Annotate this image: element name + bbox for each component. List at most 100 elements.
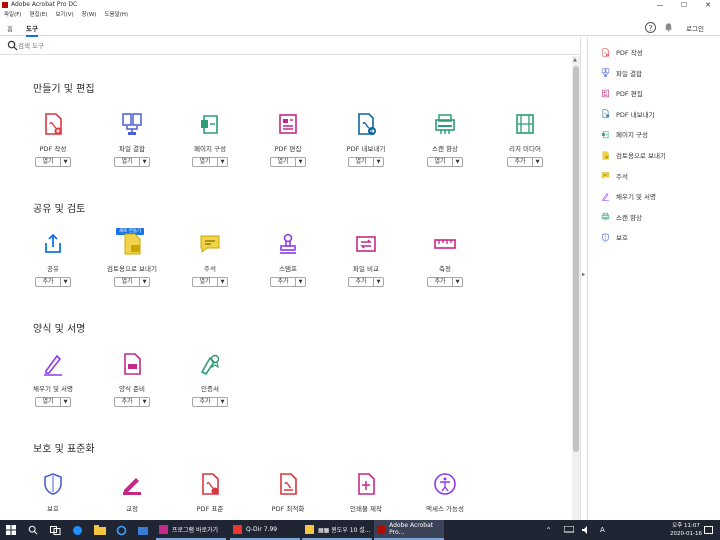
compare-icon[interactable]	[354, 232, 378, 256]
tool-name[interactable]: 페이지 구성	[170, 143, 250, 153]
tool-action-label[interactable]: 추가	[193, 398, 217, 406]
tool-name[interactable]: PDF 최적화	[248, 503, 328, 513]
tool-name[interactable]: 공유	[13, 263, 93, 273]
tool-action-button[interactable]: 열기 ▼	[114, 157, 150, 167]
rightpane-item[interactable]: PDF 내보내기	[601, 107, 655, 121]
scrollbar[interactable]: ▲	[572, 56, 580, 520]
chevron-down-icon[interactable]: ▼	[139, 398, 149, 406]
tool-name[interactable]: 스캔 향상	[405, 143, 485, 153]
tool-action-button[interactable]: 열기 ▼	[270, 157, 306, 167]
chevron-down-icon[interactable]: ▼	[452, 158, 462, 166]
chevron-down-icon[interactable]: ▼	[217, 398, 227, 406]
tool-name[interactable]: 파일 비교	[326, 263, 406, 273]
rightpane-item[interactable]: 주석	[601, 169, 628, 183]
accessibility-icon[interactable]	[433, 472, 457, 496]
rightpane-item[interactable]: 페이지 구성	[601, 127, 648, 141]
tool-action-label[interactable]: 추가	[115, 398, 139, 406]
tool-name[interactable]: 교정	[92, 503, 172, 513]
tool-action-label[interactable]: 추가	[428, 278, 452, 286]
pdf-create-icon[interactable]	[41, 112, 65, 136]
comment-icon[interactable]	[198, 232, 222, 256]
panel-splitter[interactable]: ▸	[580, 37, 588, 520]
tool-name[interactable]: 양식 준비	[92, 383, 172, 393]
combine-files-icon[interactable]	[120, 112, 144, 136]
share-icon[interactable]	[41, 232, 65, 256]
rightpane-item[interactable]: 파일 결합	[601, 66, 642, 80]
chevron-down-icon[interactable]: ▼	[295, 158, 305, 166]
tool-name[interactable]: 인쇄물 제작	[326, 503, 406, 513]
network-icon[interactable]	[564, 520, 574, 540]
tool-action-label[interactable]: 추가	[271, 278, 295, 286]
tool-action-label[interactable]: 열기	[428, 158, 452, 166]
tool-action-label[interactable]: 추가	[508, 158, 532, 166]
taskbar-app-shortcuts[interactable]: 프로그램 바로가기	[156, 520, 226, 540]
rich-media-icon[interactable]	[513, 112, 537, 136]
collapse-panel-icon[interactable]: ▸	[582, 271, 585, 278]
tool-action-button[interactable]: 추가 ▼	[270, 277, 306, 287]
chevron-down-icon[interactable]: ▼	[295, 278, 305, 286]
tool-action-button[interactable]: 열기 ▼	[35, 157, 71, 167]
tool-action-button[interactable]: 열기 ▼	[427, 157, 463, 167]
menu-edit[interactable]: 편집(E)	[30, 10, 48, 20]
protect-icon[interactable]	[41, 472, 65, 496]
bell-icon[interactable]	[663, 22, 674, 33]
rightpane-item[interactable]: 보호	[601, 230, 628, 244]
tool-action-button[interactable]: 열기 ▼	[35, 397, 71, 407]
tool-action-label[interactable]: 열기	[193, 278, 217, 286]
taskbar-app-explorer[interactable]: ▦▦ 윈도우 10 설...	[302, 520, 372, 540]
tool-action-label[interactable]: 열기	[36, 398, 60, 406]
minimize-button[interactable]: —	[648, 0, 672, 10]
tool-action-label[interactable]: 추가	[36, 278, 60, 286]
chevron-down-icon[interactable]: ▼	[60, 398, 70, 406]
system-clock[interactable]: 오후 11:07 2020-01-16	[670, 522, 702, 538]
tool-action-button[interactable]: 추가 ▼	[427, 277, 463, 287]
file-explorer-icon[interactable]	[94, 520, 106, 540]
windows-start-icon[interactable]	[6, 520, 16, 540]
taskbar-app-qdir[interactable]: Q-Dir 7.99	[230, 520, 300, 540]
optimize-pdf-icon[interactable]	[276, 472, 300, 496]
tool-name[interactable]: 파일 결합	[92, 143, 172, 153]
chevron-down-icon[interactable]: ▼	[217, 278, 227, 286]
menu-help[interactable]: 도움말(H)	[104, 10, 128, 20]
tool-action-button[interactable]: 열기 ▼	[192, 157, 228, 167]
tool-action-label[interactable]: 열기	[271, 158, 295, 166]
search-icon[interactable]	[28, 520, 38, 540]
tool-name[interactable]: 액세스 가능성	[405, 503, 485, 513]
tool-name[interactable]: 주석	[170, 263, 250, 273]
menu-view[interactable]: 보기(V)	[55, 10, 73, 20]
login-button[interactable]: 로그인	[686, 23, 704, 33]
rightpane-item[interactable]: 채우기 및 서명	[601, 189, 656, 203]
fill-sign-icon[interactable]	[41, 352, 65, 376]
tray-chevron-icon[interactable]: ^	[546, 520, 551, 540]
chevron-down-icon[interactable]: ▼	[373, 278, 383, 286]
menu-window[interactable]: 창(W)	[82, 10, 97, 20]
taskbar-app-acrobat[interactable]: Adobe Acrobat Pro...	[374, 520, 444, 540]
tool-action-button[interactable]: 열기 ▼	[192, 277, 228, 287]
rightpane-item[interactable]: 스캔 향상	[601, 210, 642, 224]
tool-name[interactable]: PDF 편집	[248, 143, 328, 153]
chevron-down-icon[interactable]: ▼	[60, 278, 70, 286]
chevron-down-icon[interactable]: ▼	[452, 278, 462, 286]
search-input[interactable]	[18, 40, 318, 51]
ie-icon[interactable]	[116, 520, 127, 540]
tool-action-label[interactable]: 열기	[115, 278, 139, 286]
prepare-form-icon[interactable]	[120, 352, 144, 376]
scroll-up-icon[interactable]: ▲	[573, 57, 577, 63]
chevron-down-icon[interactable]: ▼	[532, 158, 542, 166]
scroll-thumb[interactable]	[573, 66, 579, 452]
tool-action-button[interactable]: 추가 ▼	[114, 397, 150, 407]
tool-name[interactable]: PDF 표준	[170, 503, 250, 513]
tool-name[interactable]: 보호	[13, 503, 93, 513]
tool-action-label[interactable]: 열기	[349, 158, 373, 166]
edit-pdf-icon[interactable]	[276, 112, 300, 136]
tool-name[interactable]: 검토용으로 보내기	[92, 263, 172, 273]
help-icon[interactable]: ?	[645, 22, 656, 33]
chevron-down-icon[interactable]: ▼	[139, 158, 149, 166]
organize-pages-icon[interactable]	[198, 112, 222, 136]
rightpane-item[interactable]: 검토용으로 보내기	[601, 148, 666, 162]
tool-name[interactable]: PDF 작성	[13, 143, 93, 153]
volume-icon[interactable]	[582, 520, 591, 540]
tool-action-button[interactable]: 열기 ▼	[348, 157, 384, 167]
chevron-down-icon[interactable]: ▼	[217, 158, 227, 166]
ime-indicator[interactable]: A	[600, 520, 605, 540]
